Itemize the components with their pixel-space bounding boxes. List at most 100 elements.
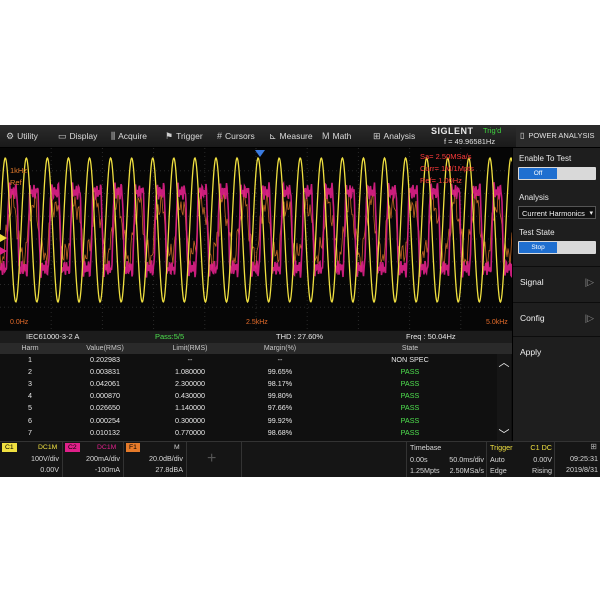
cell-state: NON SPEC — [391, 355, 429, 364]
harmonics-results: IEC61000-3-2 A Pass:5/5 THD : 27.60% Fre… — [0, 331, 512, 441]
display-icon: ▭ — [58, 131, 67, 141]
flag-icon: ⚑ — [165, 131, 174, 141]
c1-offset: 0.00V — [40, 465, 59, 474]
f1-scale: 20.0dB/div — [149, 454, 183, 463]
math-f1-info[interactable]: F1 M 20.0dB/div 27.8dBA — [124, 442, 187, 477]
menu-analysis[interactable]: ⊞ Analysis — [373, 129, 415, 143]
measure-icon: ⊾ — [269, 131, 277, 141]
status-bar: C1 DC1M 100V/div 0.00V C2 DC1M 200mA/div… — [0, 441, 600, 477]
channel-1-info[interactable]: C1 DC1M 100V/div 0.00V — [0, 442, 63, 477]
apply-button[interactable]: Apply — [513, 336, 600, 366]
cursors-icon: # — [217, 131, 223, 141]
cell-value: 0.000870 — [90, 391, 120, 401]
test-state-toggle[interactable]: Stop — [518, 241, 596, 254]
c2-coupling: DC1M — [97, 444, 117, 451]
cell-limit: 0.770000 — [175, 427, 205, 437]
menu-cursors[interactable]: # Cursors — [217, 129, 255, 143]
chevron-right-icon: |▷ — [584, 277, 594, 287]
trigger-status: Trig'd — [483, 126, 502, 135]
brand-area: SIGLENT Trig'd f = 49.96581Hz — [431, 125, 511, 147]
chevron-down-icon: ▾ — [589, 210, 593, 217]
cell-harm: 5 — [28, 403, 32, 413]
add-channel-slot[interactable]: + — [187, 442, 242, 477]
cell-margin: 97.66% — [267, 403, 293, 413]
x-label-end: 5.0kHz — [486, 319, 508, 326]
frequency-readout: f = 49.96581Hz — [444, 137, 496, 146]
math-icon: M — [322, 131, 330, 141]
trigger-level: 0.00V — [533, 455, 552, 464]
freq-readout: Freq : 50.04Hz — [406, 332, 456, 341]
col-margin: Margin(%) — [263, 345, 297, 352]
gear-icon: ⚙ — [6, 131, 15, 141]
math-trace — [0, 186, 512, 273]
menu-display[interactable]: ▭ Display — [58, 129, 97, 143]
panel-icon: ▯ — [520, 131, 525, 140]
col-harm: Harm — [21, 345, 39, 352]
trigger-info[interactable]: Trigger C1 DC Auto 0.00V Edge Rising — [486, 442, 555, 477]
cell-state: PASS — [400, 427, 420, 437]
cell-harm: 1 — [28, 355, 32, 364]
analysis-icon: ⊞ — [373, 131, 381, 141]
channel-2-info[interactable]: C2 DC1M 200mA/div -100mA — [63, 442, 124, 477]
signal-button[interactable]: Signal |▷ — [513, 266, 600, 296]
trigger-mode: Auto — [490, 455, 505, 464]
timebase-info[interactable]: Timebase 0.00s 50.0ms/div 1.25Mpts 2.50M… — [406, 442, 487, 477]
clock-time: 09:25:31 — [570, 454, 598, 463]
pass-summary: Pass:5/5 — [155, 332, 185, 341]
menu-trigger[interactable]: ⚑ Trigger — [165, 129, 203, 143]
trigger-source: C1 DC — [530, 443, 552, 452]
table-row: 6 0.000254 0.300000 99.92% PASS — [0, 416, 497, 427]
x-label-start: 0.0Hz — [10, 319, 29, 326]
analysis-select[interactable]: Current Harmonics ▾ — [518, 206, 596, 219]
cell-value: 0.003831 — [90, 367, 120, 377]
menu-utility[interactable]: ⚙ Utility — [6, 129, 38, 143]
cell-state: PASS — [400, 391, 420, 401]
network-icon: ⊞ — [590, 442, 597, 451]
cell-state: PASS — [400, 367, 420, 377]
menu-measure[interactable]: ⊾ Measure — [269, 129, 313, 143]
left-scale-label: 1kHz — [10, 166, 28, 175]
cell-harm: 4 — [28, 391, 32, 401]
f1-offset: 27.8dBA — [155, 465, 183, 474]
cell-value: 0.026650 — [90, 403, 120, 413]
standard-label: IEC61000-3-2 A — [26, 332, 80, 341]
table-header: Harm Value(RMS) Limit(RMS) Margin(%) Sta… — [0, 343, 512, 354]
menu-bar: ⚙ Utility ▭ Display ⫼ Acquire ⚑ Trigger # Cur… — [0, 125, 600, 148]
cell-margin: 98.17% — [267, 379, 293, 389]
channel-2-level-marker[interactable] — [0, 247, 7, 255]
curr-label: Curr= 1M/1Mpts — [420, 164, 474, 173]
trigger-label: Trigger — [490, 443, 513, 452]
scroll-down-icon[interactable]: ﹀ — [497, 426, 511, 442]
cell-limit: 0.430000 — [175, 391, 205, 401]
chevron-right-icon: |▷ — [584, 313, 594, 323]
plus-icon: + — [207, 450, 217, 467]
thd-readout: THD : 27.60% — [276, 332, 324, 341]
analysis-label: Analysis — [519, 193, 549, 202]
table-scrollbar[interactable]: ︿ ﹀ — [497, 354, 511, 441]
toggle-value: Off — [519, 168, 557, 179]
trigger-type: Edge — [490, 466, 507, 475]
col-limit: Limit(RMS) — [172, 345, 208, 352]
table-row: 1 0.202983 -- -- NON SPEC — [0, 355, 497, 366]
channel-1-level-marker[interactable] — [0, 234, 7, 242]
enable-test-toggle[interactable]: Off — [518, 167, 596, 180]
table-row: 4 0.000870 0.430000 99.80% PASS — [0, 391, 497, 402]
power-analysis-panel: Enable To Test Off Analysis Current Harm… — [512, 148, 600, 468]
trigger-position-marker[interactable] — [255, 150, 265, 157]
cell-limit: -- — [187, 355, 193, 364]
brand-logo: SIGLENT — [431, 126, 474, 136]
menu-acquire[interactable]: ⫼ Acquire — [111, 129, 147, 143]
cell-state: PASS — [400, 379, 420, 389]
cell-harm: 7 — [28, 427, 32, 437]
cell-margin: 99.92% — [267, 415, 293, 425]
scroll-up-icon[interactable]: ︿ — [497, 354, 511, 370]
cell-state: PASS — [400, 403, 420, 413]
left-ref-label: Ref — [10, 178, 22, 187]
timebase-delay: 0.00s — [410, 455, 428, 464]
menu-math[interactable]: M Math — [322, 129, 351, 143]
cell-margin: 98.68% — [267, 427, 293, 437]
col-value: Value(RMS) — [86, 345, 124, 352]
config-button[interactable]: Config |▷ — [513, 302, 600, 332]
c1-tag: C1 — [2, 443, 17, 452]
clock: ⊞ 09:25:31 2019/8/31 — [554, 442, 600, 477]
